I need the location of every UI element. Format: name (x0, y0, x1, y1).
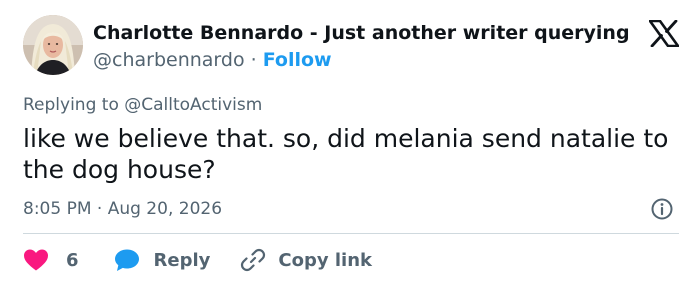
link-icon (241, 248, 266, 272)
avatar[interactable] (23, 15, 83, 75)
copy-link-button[interactable]: Copy link (240, 247, 372, 273)
reply-bubble-icon (114, 249, 139, 271)
replying-to: Replying to @CalltoActivism (23, 95, 263, 115)
tweet-timestamp[interactable]: 8:05 PM · Aug 20, 2026 (23, 197, 222, 221)
divider (23, 233, 679, 234)
author-meta: @charbennardo · Follow (93, 47, 332, 73)
follow-button[interactable]: Follow (263, 49, 332, 71)
like-button[interactable]: 6 (23, 248, 79, 272)
reply-button[interactable]: Reply (114, 248, 211, 272)
info-icon[interactable] (650, 197, 674, 221)
x-logo-icon[interactable] (648, 19, 680, 48)
reply-label: Reply (153, 249, 211, 271)
avatar-image (23, 15, 83, 75)
tweet-text: like we believe that. so, did melania se… (23, 124, 669, 184)
meta-separator: · (244, 49, 263, 71)
author-name[interactable]: Charlotte Bennardo - Just another writer… (93, 20, 630, 46)
heart-icon (24, 249, 48, 271)
like-count: 6 (66, 249, 79, 271)
copy-link-label: Copy link (278, 249, 372, 271)
author-handle[interactable]: @charbennardo (93, 49, 245, 71)
tweet-actions: 6 Reply Copy link (23, 246, 372, 274)
